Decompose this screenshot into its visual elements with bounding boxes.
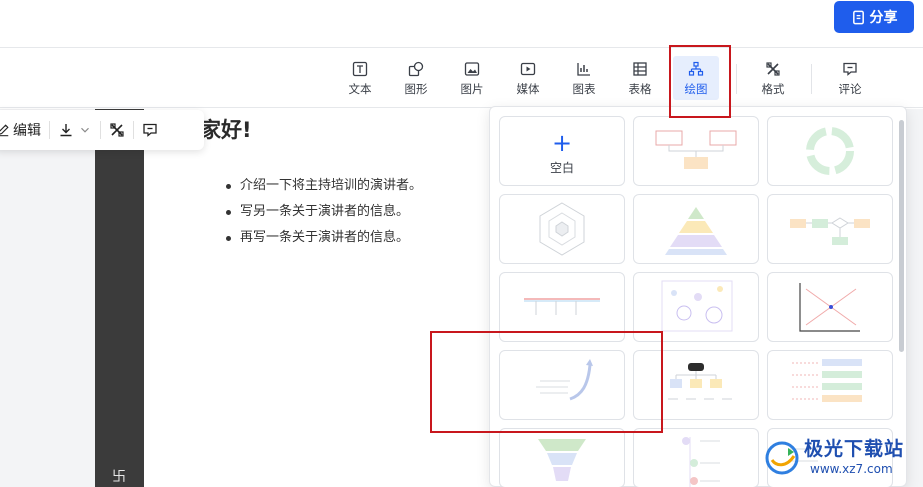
media-icon [519, 60, 537, 78]
comment-icon [841, 60, 859, 78]
share-doc-icon [852, 10, 864, 24]
toolbar-divider [133, 121, 134, 139]
toolbar-label: 文本 [348, 82, 372, 96]
supply-demand-thumbnail [799, 283, 860, 332]
format-icon [764, 60, 782, 78]
format-icon [110, 123, 124, 137]
download-icon [60, 124, 72, 137]
cycle-thumbnail [806, 127, 854, 175]
template-flowchart[interactable] [633, 116, 759, 186]
toolbar-shapes-button[interactable]: 图形 [393, 60, 439, 100]
watermark: 极光下载站 www.xz7.com [760, 434, 920, 484]
template-pyramid[interactable] [633, 194, 759, 264]
comment-icon [143, 123, 157, 137]
panel-scrollbar[interactable] [899, 120, 904, 352]
blank-label: 空白 [549, 161, 574, 175]
download-button[interactable] [58, 122, 92, 138]
chevron-down-icon [81, 127, 89, 133]
gantt-thumbnail [792, 359, 862, 402]
list-item[interactable]: 介绍一下将主持培训的演讲者。 [226, 176, 422, 202]
toolbar-label: 媒体 [516, 82, 540, 96]
toolbar-label: 图形 [404, 82, 428, 96]
toolbar-divider [49, 121, 50, 139]
template-gantt[interactable] [767, 350, 893, 420]
watermark-url: www.xz7.com [810, 462, 893, 476]
watermark-logo [765, 441, 799, 475]
toolbar-text-button[interactable]: 文本 [337, 60, 383, 100]
top-bar: 分享 [0, 0, 923, 48]
toolbar-comment-button[interactable]: 评论 [827, 60, 873, 100]
plus-icon: + [551, 129, 573, 157]
table-icon [631, 60, 649, 78]
funnel-thumbnail [538, 439, 586, 481]
flowchart-thumbnail [655, 130, 737, 169]
image-icon [463, 60, 481, 78]
vertical-timeline-thumbnail [682, 437, 720, 487]
shapes-icon [407, 60, 425, 78]
toolbar-media-button[interactable]: 媒体 [505, 60, 551, 100]
toolbar-chart-button[interactable]: 图表 [561, 60, 607, 100]
toolbar-divider [811, 64, 812, 94]
watermark-title: 极光下载站 [804, 438, 905, 460]
template-vertical-timeline[interactable] [633, 428, 759, 487]
toolbar-label: 评论 [838, 82, 862, 96]
template-process[interactable] [767, 194, 893, 264]
edit-button[interactable]: 编辑 [0, 120, 41, 140]
chart-icon [575, 60, 593, 78]
pyramid-thumbnail [665, 207, 727, 255]
toolbar-table-button[interactable]: 表格 [617, 60, 663, 100]
slide-bullet-list[interactable]: 介绍一下将主持培训的演讲者。 写另一条关于演讲者的信息。 再写一条关于演讲者的信… [226, 176, 422, 254]
toolbar-label: 格式 [761, 82, 785, 96]
share-button[interactable]: 分享 [834, 1, 914, 33]
toolbar-image-button[interactable]: 图片 [449, 60, 495, 100]
pencil-icon [0, 124, 9, 137]
template-radar[interactable] [499, 194, 625, 264]
process-thumbnail [790, 217, 870, 245]
toolbar-label: 表格 [628, 82, 652, 96]
toolbar-divider [100, 121, 101, 139]
highlight-template-card [430, 331, 663, 433]
toolbar-divider [736, 64, 737, 94]
slide-side-glyph: 卐 [112, 469, 126, 485]
slide-left-panel [95, 109, 144, 487]
app-window: { "header": { "share_label": "分享" }, "to… [0, 0, 923, 487]
list-item[interactable]: 再写一条关于演讲者的信息。 [226, 228, 422, 254]
radar-thumbnail [539, 202, 585, 256]
toolbar-label: 图表 [572, 82, 596, 96]
comment-button[interactable] [142, 122, 158, 138]
template-supply-demand[interactable] [767, 272, 893, 342]
share-label: 分享 [869, 10, 898, 26]
toolbar-format-button[interactable]: 格式 [750, 60, 796, 100]
template-blank[interactable]: + 空白 [499, 116, 625, 186]
template-funnel[interactable] [499, 428, 625, 487]
slide-title[interactable]: 家好! [200, 114, 252, 144]
floating-edit-toolbar: 编辑 [0, 110, 204, 150]
format-button[interactable] [109, 122, 125, 138]
toolbar-label: 图片 [460, 82, 484, 96]
insert-toolbar: 文本 图形 图片 媒体 图表 表格 绘图 格式 评论 [0, 48, 923, 108]
template-cycle[interactable] [767, 116, 893, 186]
list-item[interactable]: 写另一条关于演讲者的信息。 [226, 202, 422, 228]
edit-label: 编辑 [13, 123, 41, 139]
highlight-diagram-button [669, 45, 731, 118]
text-icon [351, 60, 369, 78]
